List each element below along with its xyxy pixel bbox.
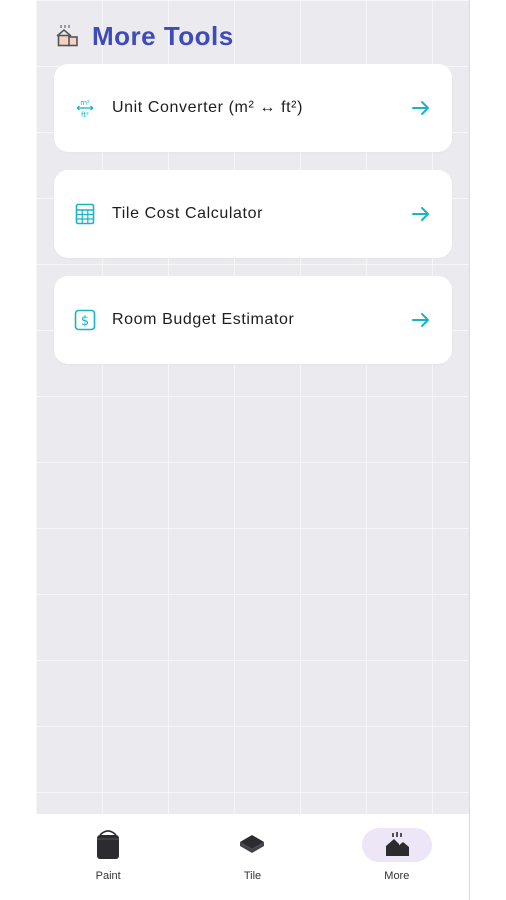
tool-label: Tile Cost Calculator [112,205,264,222]
tool-card-unit-converter[interactable]: m² ft² Unit Converter (m² ↔ ft²) [54,64,452,152]
tool-label: Unit Converter (m² ↔ ft²) [112,99,304,116]
house-tools-icon [54,23,80,49]
app-screen: More Tools m² ft² Unit Converter (m² ↔ f… [36,0,469,900]
unit-converter-icon: m² ft² [74,97,96,119]
arrow-right-icon [410,203,432,225]
nav-item-tile[interactable]: Tile [180,814,324,900]
tile-icon [217,828,287,862]
dollar-icon: $ [74,309,96,331]
tool-card-tile-cost-calculator[interactable]: Tile Cost Calculator [54,170,452,258]
svg-text:ft²: ft² [81,111,89,119]
nav-label: Paint [95,870,121,882]
nav-label: Tile [243,870,262,882]
paint-bucket-icon [73,828,143,862]
more-icon [361,828,432,862]
svg-text:$: $ [81,314,89,329]
svg-text:m²: m² [80,99,90,107]
page-title: More Tools [92,20,234,51]
bottom-navigation: Paint Tile More [36,814,469,900]
nav-item-more[interactable]: More [325,814,469,900]
calculator-icon [74,203,96,225]
page-header: More Tools [54,18,234,54]
nav-label: More [384,870,410,882]
tool-card-room-budget-estimator[interactable]: $ Room Budget Estimator [54,276,452,364]
nav-item-paint[interactable]: Paint [36,814,180,900]
divider [469,0,470,900]
arrow-right-icon [410,97,432,119]
tool-label: Room Budget Estimator [112,311,295,328]
arrow-right-icon [410,309,432,331]
